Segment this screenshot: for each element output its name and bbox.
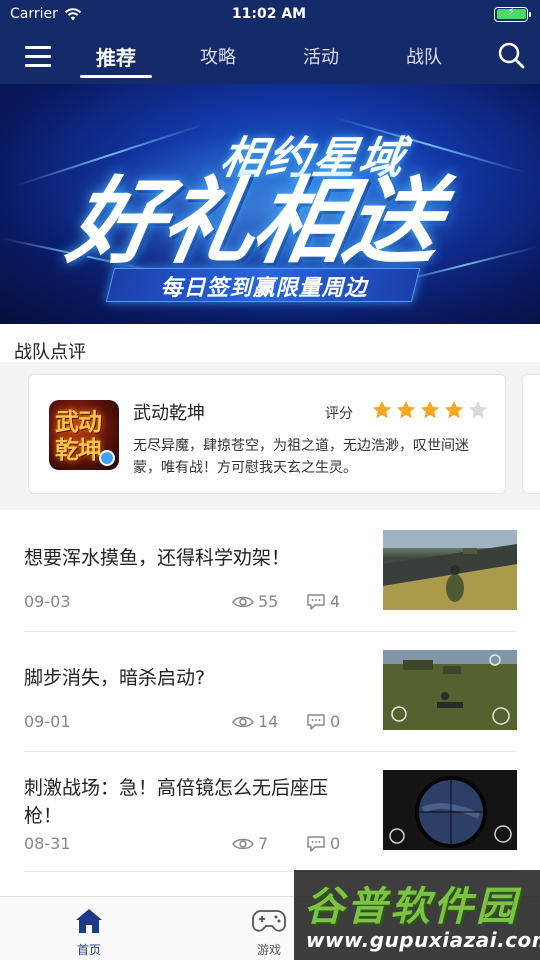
menu-icon-line: [25, 45, 51, 49]
menu-icon-line: [25, 63, 51, 67]
team-review-card[interactable]: 武动乾坤 武动乾坤 评分 无尽异魔，肆掠苍空，为祖之道，无边浩渺，叹世间迷蒙，唯…: [28, 374, 506, 494]
game-icon-badge: [99, 450, 115, 466]
carrier-label: Carrier: [10, 6, 58, 22]
view-count: 14: [232, 712, 278, 731]
rating-label: 评分: [325, 406, 353, 422]
search-icon[interactable]: [496, 40, 526, 70]
home-icon: [76, 909, 102, 933]
article-item[interactable]: 刺激战场：急！高倍镜怎么无后座压枪！ 08-31 7 0: [0, 752, 540, 872]
tab-teams[interactable]: 战队: [366, 28, 482, 84]
star-icon: [444, 400, 464, 419]
banner-caption: 每日签到赢限量周边: [160, 276, 368, 301]
site-watermark: 谷普软件园 www.gupuxiazai.com: [294, 870, 540, 960]
nav-tabs: 推荐 攻略 活动 战队: [72, 28, 482, 84]
comment-count: 0: [306, 712, 340, 731]
eye-icon: [232, 838, 254, 849]
comment-count-value: 4: [330, 592, 341, 611]
charging-bolt-icon: ⚡: [507, 5, 516, 18]
view-count-value: 14: [258, 712, 279, 731]
comment-icon: [307, 835, 325, 852]
comment-count-value: 0: [330, 712, 341, 731]
section-title-team-review: 战队点评: [14, 342, 86, 363]
article-date: 09-01: [24, 712, 71, 731]
menu-button[interactable]: [10, 28, 66, 84]
watermark-title: 谷普软件园: [304, 884, 519, 930]
star-icon: [468, 400, 488, 419]
wifi-icon: [64, 7, 82, 20]
comment-icon: [307, 593, 325, 610]
view-count: 55: [232, 592, 278, 611]
star-icon: [372, 400, 392, 419]
battery-icon: ⚡: [494, 5, 531, 22]
article-thumbnail: [383, 770, 517, 850]
battery-fill: ⚡: [496, 5, 526, 19]
eye-icon: [232, 596, 254, 607]
star-icon: [396, 400, 416, 419]
article-thumbnail: [383, 650, 517, 730]
view-count: 7: [232, 834, 268, 853]
star-rating: [371, 399, 489, 421]
tab-recommend[interactable]: 推荐: [72, 28, 160, 84]
tab-guides[interactable]: 攻略: [160, 28, 276, 84]
comment-icon: [307, 713, 325, 730]
article-item[interactable]: 脚步消失，暗杀启动? 09-01 14 0: [0, 632, 540, 752]
nav-bar: 推荐 攻略 活动 战队: [0, 28, 540, 84]
view-count-value: 7: [258, 834, 269, 853]
article-title: 刺激战场：急！高倍镜怎么无后座压枪！: [24, 777, 329, 827]
view-count-value: 55: [258, 592, 279, 611]
article-thumbnail: [383, 530, 517, 610]
clock: 11:02 AM: [231, 6, 307, 22]
watermark-url: www.gupuxiazai.com: [306, 928, 540, 952]
comment-count: 0: [306, 834, 340, 853]
tabbar-item-home[interactable]: 首页: [44, 897, 134, 960]
article-date: 09-03: [24, 592, 71, 611]
game-name: 武动乾坤: [133, 403, 205, 424]
status-right: ⚡: [378, 5, 531, 22]
banner-title: 好礼相送: [60, 168, 448, 277]
promo-banner[interactable]: 相约星域 好礼相送 每日签到赢限量周边: [0, 84, 540, 324]
tabbar-label-home: 首页: [76, 943, 101, 957]
menu-icon-line: [25, 54, 51, 58]
star-icon: [420, 400, 440, 419]
review-text: 无尽异魔，肆掠苍空，为祖之道，无边浩渺，叹世间迷蒙，唯有战！方可慰我天玄之生灵。: [133, 438, 469, 476]
article-item[interactable]: 想要浑水摸鱼，还得科学劝架！ 09-03 55 4: [0, 512, 540, 632]
team-review-card-next[interactable]: [522, 374, 540, 494]
article-title: 脚步消失，暗杀启动?: [24, 667, 206, 689]
article-title: 想要浑水摸鱼，还得科学劝架！: [24, 547, 291, 569]
comment-count: 4: [306, 592, 340, 611]
comment-count-value: 0: [330, 834, 341, 853]
gamepad-icon: [252, 910, 286, 932]
tab-events[interactable]: 活动: [276, 28, 366, 84]
thumbnail-scene: [383, 530, 517, 610]
top-header: Carrier 11:02 AM ⚡ 推荐 攻略 活动 战队: [0, 0, 540, 84]
thumbnail-scene: [383, 650, 517, 730]
article-date: 08-31: [24, 834, 71, 853]
status-left: Carrier: [10, 6, 160, 22]
status-bar: Carrier 11:02 AM ⚡: [0, 0, 540, 28]
game-icon: 武动乾坤: [49, 400, 119, 470]
thumbnail-scene: [383, 770, 517, 850]
eye-icon: [232, 716, 254, 727]
